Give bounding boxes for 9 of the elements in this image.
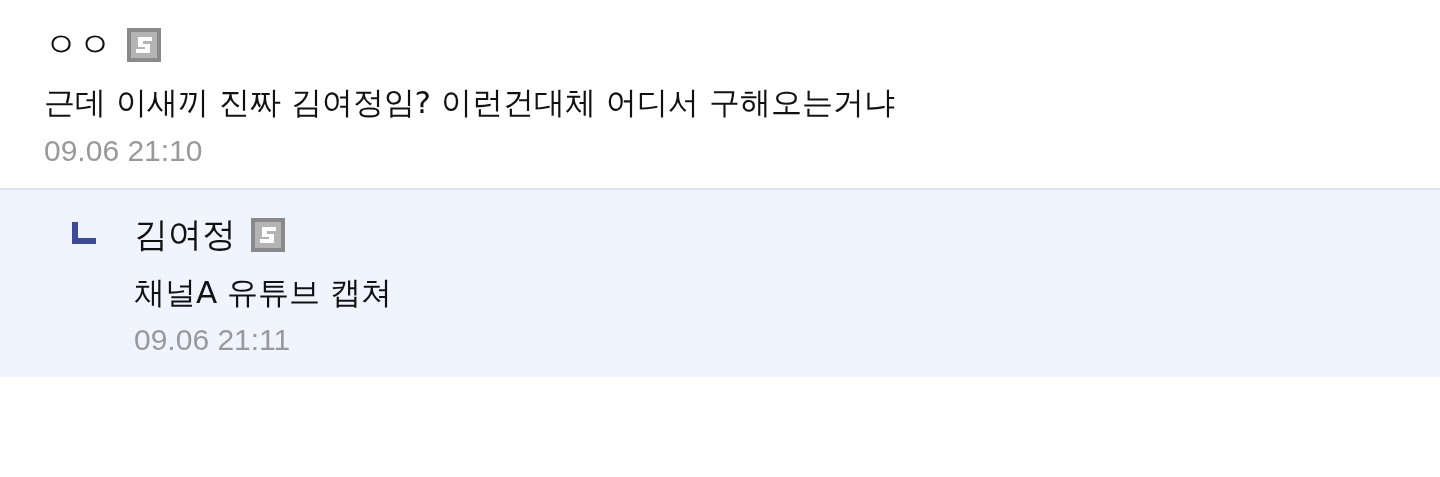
- nick-badge-icon: [250, 216, 286, 253]
- nick-badge-icon: [126, 27, 162, 63]
- author-name: 김여정: [134, 212, 236, 256]
- reply-arrow-icon: [72, 221, 96, 244]
- comment-text: 근데 이새끼 진짜 김여정임? 이런건대체 어디서 구해오는거냐: [44, 83, 896, 122]
- timestamp: 09.06 21:11: [134, 323, 292, 358]
- author-name: ㅇㅇ: [44, 23, 112, 66]
- comment-text: 채널A 유튜브 캡쳐: [134, 272, 392, 312]
- timestamp: 09.06 21:10: [44, 133, 204, 168]
